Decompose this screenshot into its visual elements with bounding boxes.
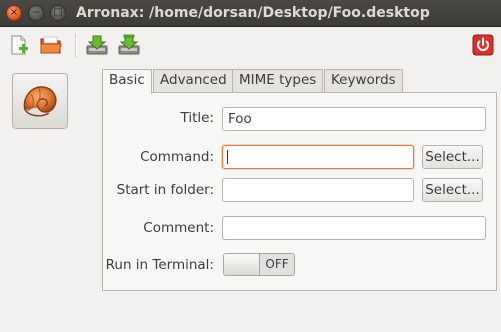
close-window-button[interactable]: × bbox=[6, 5, 22, 21]
maximize-icon: □ bbox=[53, 7, 63, 18]
comment-field[interactable] bbox=[222, 216, 486, 240]
open-folder-icon bbox=[40, 36, 62, 54]
quit-button[interactable] bbox=[470, 32, 496, 58]
tab-basic[interactable]: Basic bbox=[102, 69, 152, 94]
start-in-folder-label: Start in folder: bbox=[116, 182, 214, 198]
open-folder-button[interactable] bbox=[38, 32, 64, 58]
switch-state: OFF bbox=[265, 257, 289, 271]
nautilus-shell-icon bbox=[23, 86, 57, 117]
application-icon-button[interactable] bbox=[12, 73, 68, 129]
download-icon bbox=[86, 35, 108, 55]
tab-keywords[interactable]: Keywords bbox=[324, 69, 403, 93]
command-select-button[interactable]: Select... bbox=[422, 145, 483, 169]
run-in-terminal-label: Run in Terminal: bbox=[105, 257, 214, 273]
save-download-icon bbox=[118, 34, 140, 55]
save-download-button[interactable] bbox=[116, 32, 142, 58]
window-title: Arronax: /home/dorsan/Desktop/Foo.deskto… bbox=[76, 5, 430, 21]
command-label: Command: bbox=[140, 149, 214, 165]
run-in-terminal-switch[interactable]: OFF bbox=[223, 253, 295, 276]
minimize-window-button[interactable]: − bbox=[28, 5, 44, 21]
basic-tab-panel: Title: Foo Command: Select... Start in f… bbox=[102, 92, 497, 291]
start-in-folder-field[interactable] bbox=[222, 178, 414, 202]
comment-label: Comment: bbox=[143, 220, 214, 236]
toolbar bbox=[0, 27, 501, 63]
toolbar-separator bbox=[75, 33, 76, 57]
switch-knob bbox=[224, 254, 260, 275]
tab-mime-types[interactable]: MIME types bbox=[232, 69, 324, 93]
new-file-button[interactable] bbox=[6, 32, 32, 58]
power-icon bbox=[472, 34, 494, 56]
download-button[interactable] bbox=[84, 32, 110, 58]
start-in-folder-select-button[interactable]: Select... bbox=[422, 178, 483, 202]
title-bar: × − □ Arronax: /home/dorsan/Desktop/Foo.… bbox=[0, 0, 501, 27]
minimize-icon: − bbox=[31, 7, 41, 18]
text-cursor bbox=[227, 150, 228, 164]
command-field[interactable] bbox=[222, 145, 414, 169]
title-label: Title: bbox=[180, 110, 214, 126]
maximize-window-button[interactable]: □ bbox=[50, 5, 66, 21]
close-icon: × bbox=[9, 7, 19, 18]
title-field[interactable]: Foo bbox=[222, 107, 486, 131]
tab-advanced[interactable]: Advanced bbox=[153, 69, 234, 93]
new-file-icon bbox=[11, 35, 28, 55]
